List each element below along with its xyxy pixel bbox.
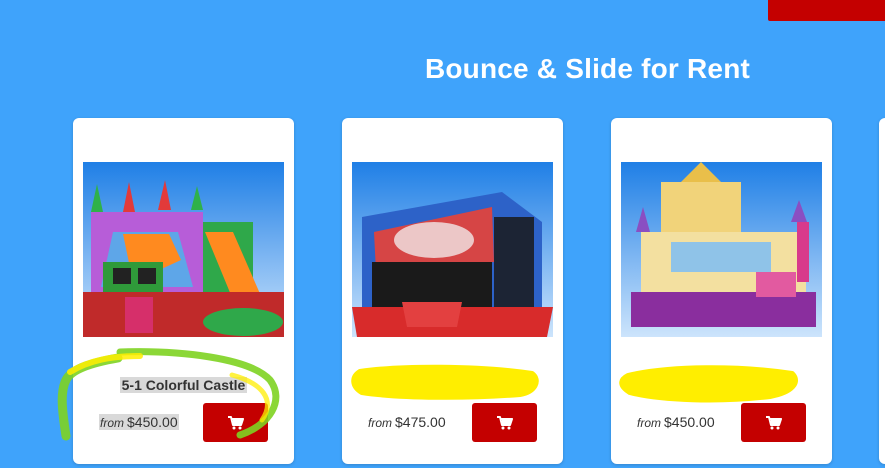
cart-icon (227, 415, 244, 429)
product-card[interactable]: from $475.00 (342, 118, 563, 464)
price-value: $475.00 (395, 414, 446, 430)
cart-icon (765, 415, 782, 429)
product-title-text[interactable]: 5-1 Colorful Castle (119, 377, 248, 393)
cart-icon (496, 415, 513, 429)
product-card[interactable]: from $450.00 (611, 118, 832, 464)
price-value: $450.00 (127, 414, 178, 430)
product-card[interactable]: 5-1 Colorful Castle from $450.00 (73, 118, 294, 464)
price-prefix: from (637, 416, 661, 430)
product-image[interactable] (352, 162, 553, 363)
price-prefix: from (368, 416, 392, 430)
add-to-cart-button[interactable] (203, 403, 268, 442)
product-card-partial[interactable] (879, 118, 885, 464)
page-title: Bounce & Slide for Rent (424, 52, 751, 84)
product-title[interactable]: 5-1 Colorful Castle (73, 377, 294, 393)
product-price: from $450.00 (637, 414, 715, 430)
product-image[interactable] (621, 162, 822, 363)
product-price: from $475.00 (368, 414, 446, 430)
add-to-cart-button[interactable] (472, 403, 537, 442)
product-price: from $450.00 (99, 414, 179, 430)
price-prefix: from (100, 416, 124, 430)
header-red-tab[interactable] (768, 0, 885, 21)
product-image[interactable] (83, 162, 284, 363)
price-value: $450.00 (664, 414, 715, 430)
add-to-cart-button[interactable] (741, 403, 806, 442)
